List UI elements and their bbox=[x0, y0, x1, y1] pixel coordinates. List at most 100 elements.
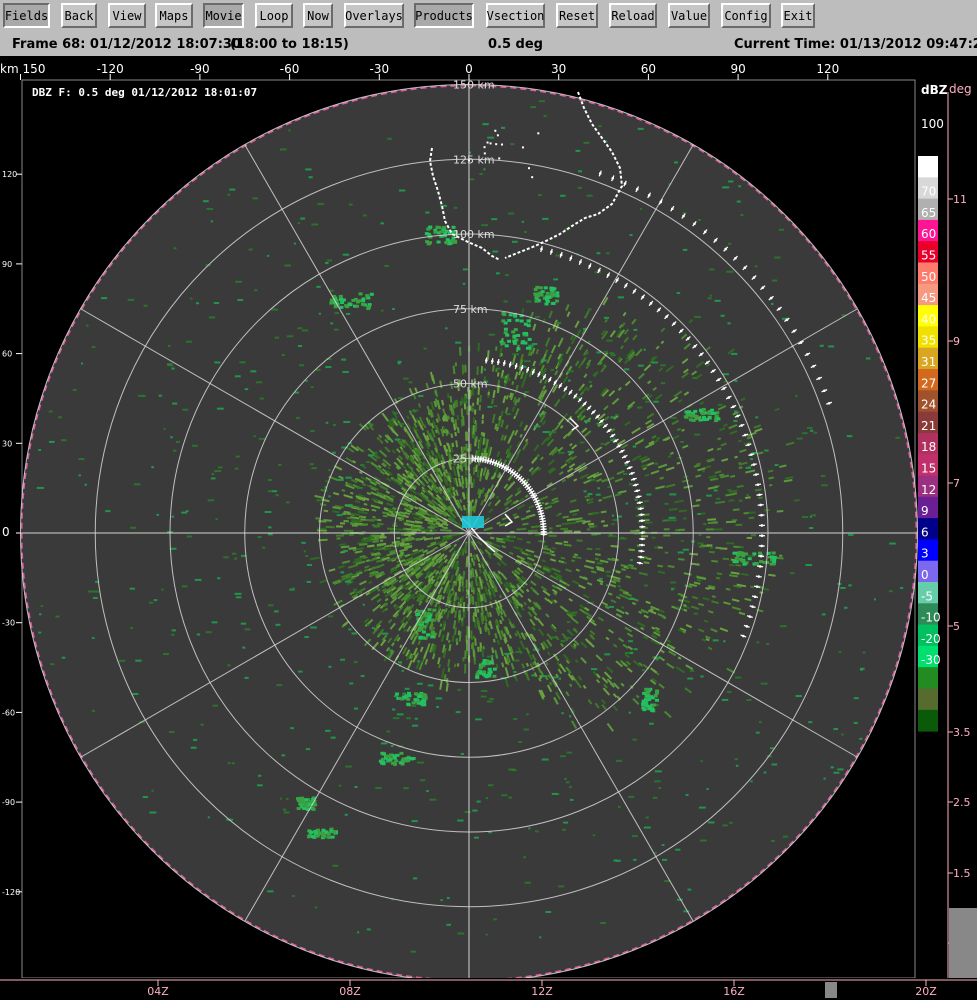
echo-speck bbox=[828, 345, 834, 348]
reload-button[interactable]: Reload bbox=[609, 3, 657, 28]
map-dot bbox=[503, 466, 507, 469]
maps-button[interactable]: Maps bbox=[155, 3, 193, 28]
echo-speck bbox=[342, 253, 350, 256]
echo-cluster-gate bbox=[435, 225, 440, 229]
echo-speck bbox=[644, 584, 648, 587]
echo-speck bbox=[416, 761, 424, 764]
value-button[interactable]: Value bbox=[668, 3, 710, 28]
echo-gate bbox=[735, 523, 743, 527]
echo-gate bbox=[713, 528, 723, 531]
now-button[interactable]: Now bbox=[303, 3, 333, 28]
echo-cluster-gate bbox=[381, 762, 386, 766]
overlays-button[interactable]: Overlays bbox=[344, 3, 404, 28]
echo-speck bbox=[40, 604, 44, 607]
echo-cluster-gate bbox=[650, 708, 655, 712]
echo-speck bbox=[671, 588, 674, 591]
map-dot bbox=[630, 472, 634, 475]
color-scale-bin bbox=[918, 688, 938, 711]
map-dot bbox=[510, 470, 514, 474]
config-button[interactable]: Config bbox=[721, 3, 771, 28]
map-dot bbox=[799, 341, 803, 344]
echo-speck bbox=[210, 220, 213, 223]
echo-speck bbox=[36, 486, 44, 489]
echo-speck bbox=[401, 669, 404, 672]
map-dot bbox=[550, 250, 553, 254]
echo-cluster-gate bbox=[427, 616, 432, 620]
exit-button[interactable]: Exit bbox=[781, 3, 815, 28]
echo-speck bbox=[795, 395, 798, 398]
echo-cluster-gate bbox=[421, 630, 426, 634]
loop-button[interactable]: Loop bbox=[255, 3, 293, 28]
echo-speck bbox=[523, 856, 526, 859]
back-button[interactable]: Back bbox=[61, 3, 97, 28]
echo-speck bbox=[318, 312, 321, 315]
map-dot bbox=[564, 387, 567, 391]
map-dot bbox=[533, 495, 536, 499]
echo-speck bbox=[181, 585, 188, 588]
echo-speck bbox=[216, 407, 224, 410]
y-tick-label: 120 bbox=[2, 170, 17, 179]
map-dot bbox=[531, 493, 535, 496]
map-dot bbox=[745, 625, 749, 628]
echo-speck bbox=[596, 562, 603, 565]
echo-speck bbox=[515, 651, 523, 654]
echo-cluster-gate bbox=[540, 290, 545, 294]
echo-speck bbox=[492, 250, 499, 253]
echo-speck bbox=[770, 302, 774, 305]
echo-speck bbox=[413, 877, 418, 880]
echo-speck bbox=[820, 475, 826, 478]
echo-speck bbox=[553, 676, 557, 679]
echo-gate bbox=[335, 534, 345, 537]
echo-speck bbox=[628, 640, 633, 643]
echo-cluster-gate bbox=[413, 698, 418, 702]
echo-speck bbox=[479, 173, 483, 176]
echo-speck bbox=[487, 136, 495, 139]
movie-button[interactable]: Movie bbox=[203, 3, 244, 28]
echo-speck bbox=[568, 786, 572, 789]
y-tick-label: 30 bbox=[2, 439, 12, 448]
map-dot bbox=[542, 533, 546, 536]
echo-speck bbox=[518, 740, 522, 743]
echo-speck bbox=[802, 432, 808, 435]
echo-speck bbox=[769, 747, 774, 750]
map-dot bbox=[649, 302, 653, 305]
vsection-button[interactable]: Vsection bbox=[486, 3, 545, 28]
echo-speck bbox=[256, 381, 263, 384]
map-dot bbox=[514, 364, 518, 368]
echo-cluster-gate bbox=[707, 415, 712, 419]
echo-cluster-gate bbox=[321, 834, 326, 838]
echo-gate bbox=[466, 626, 469, 636]
ppi-plot[interactable]: 150 -120 -90 -60 -30 0 30 60 90 1201209060300-30-… bbox=[0, 56, 977, 1000]
island-dot bbox=[537, 132, 540, 135]
echo-speck bbox=[722, 824, 728, 827]
echo-speck bbox=[39, 613, 42, 616]
echo-speck bbox=[697, 513, 701, 516]
echo-speck bbox=[210, 477, 216, 480]
echo-speck bbox=[542, 431, 550, 434]
reset-button[interactable]: Reset bbox=[556, 3, 598, 28]
map-dot bbox=[759, 554, 763, 558]
echo-cluster-gate bbox=[508, 313, 513, 317]
echo-speck bbox=[354, 785, 358, 788]
fields-button[interactable]: Fields bbox=[3, 3, 50, 28]
y-tick-label: -30 bbox=[2, 619, 15, 628]
elev-label: 9 bbox=[953, 335, 960, 348]
echo-cluster-gate bbox=[512, 339, 517, 343]
products-button[interactable]: Products bbox=[414, 3, 474, 28]
map-dot bbox=[755, 585, 759, 588]
echo-cluster-gate bbox=[481, 672, 486, 676]
echo-speck bbox=[280, 148, 287, 151]
map-dot bbox=[611, 434, 614, 437]
echo-speck bbox=[156, 513, 160, 516]
range-ring-label: 75 km bbox=[453, 303, 488, 316]
echo-speck bbox=[252, 197, 259, 200]
echo-speck bbox=[161, 588, 164, 591]
echo-speck bbox=[555, 254, 561, 257]
view-button[interactable]: View bbox=[108, 3, 146, 28]
echo-cluster-gate bbox=[754, 561, 759, 565]
elev-label: 2.5 bbox=[953, 796, 971, 809]
echo-speck bbox=[399, 189, 406, 192]
echo-speck bbox=[275, 494, 279, 497]
echo-cluster-gate bbox=[645, 694, 650, 698]
echo-speck bbox=[278, 464, 282, 467]
